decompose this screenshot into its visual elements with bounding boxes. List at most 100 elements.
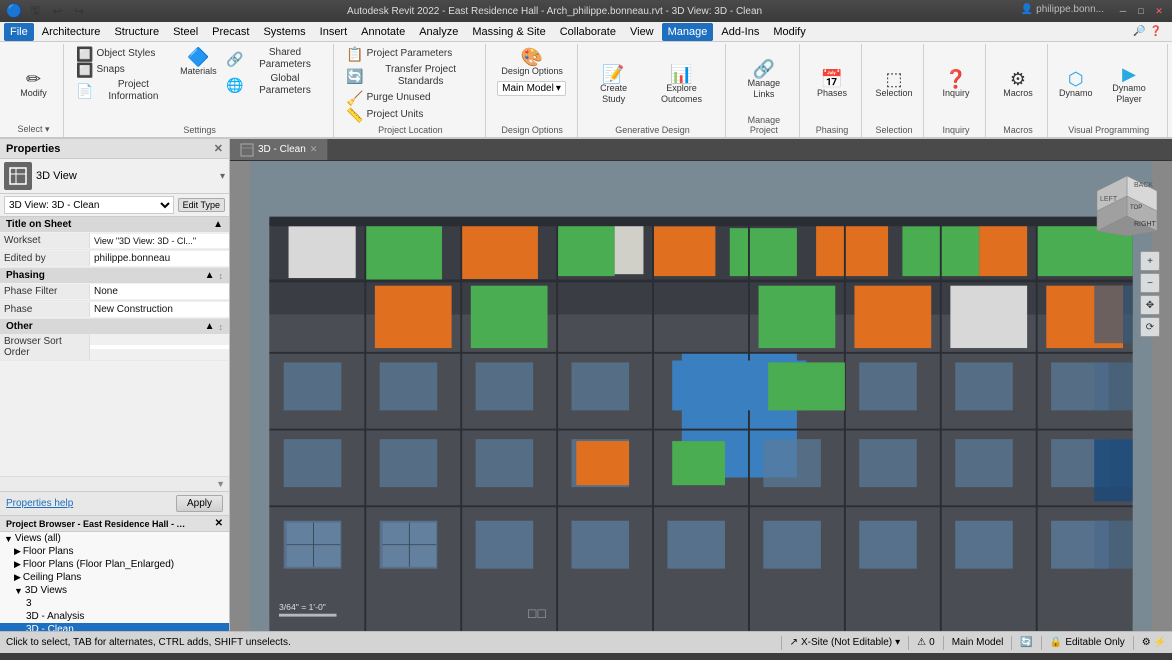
location-dropdown[interactable]: ▾ [895, 637, 900, 648]
phase-value[interactable]: New Construction [90, 302, 229, 317]
other-section[interactable]: Other ▲ ↕ [0, 319, 229, 334]
title-on-sheet-section[interactable]: Title on Sheet ▲ [0, 217, 229, 232]
design-options-btn[interactable]: 🎨 Design Options [497, 46, 567, 79]
menu-architecture[interactable]: Architecture [36, 23, 107, 41]
side-panel: Properties ✕ 3D View ▾ 3D View: 3D - Cle… [0, 139, 230, 631]
view-type-dropdown[interactable]: ▾ [220, 171, 225, 182]
menu-steel[interactable]: Steel [167, 23, 204, 41]
snaps-btn[interactable]: 🔲 Snaps [72, 62, 174, 78]
title-left-icons[interactable]: 🔵 🖫 ↩ ↪ [6, 2, 88, 20]
transfer-standards-btn[interactable]: 🔄 Transfer Project Standards [342, 63, 478, 89]
menu-massing[interactable]: Massing & Site [466, 23, 551, 41]
svg-text:3/64" = 1'-0": 3/64" = 1'-0" [279, 602, 326, 612]
global-params-label: Global Parameters [247, 73, 323, 97]
minimize-btn[interactable]: ─ [1116, 4, 1130, 18]
project-info-btn[interactable]: 📄 Project Information [72, 78, 174, 104]
status-sep-6 [1133, 636, 1134, 650]
viewport-tab-close[interactable]: ✕ [310, 144, 318, 155]
browser-item-7[interactable]: 3D - Clean [0, 623, 229, 631]
menu-precast[interactable]: Precast [206, 23, 255, 41]
materials-btn[interactable]: 🔷 Materials [176, 46, 220, 79]
menu-insert[interactable]: Insert [314, 23, 354, 41]
redo-btn[interactable]: ↪ [70, 2, 88, 20]
purge-unused-btn[interactable]: 🧹 Purge Unused [342, 90, 434, 106]
status-sync[interactable]: 🔄 [1020, 637, 1032, 648]
zoom-out-btn[interactable]: − [1140, 273, 1160, 293]
menu-addins[interactable]: Add-Ins [715, 23, 765, 41]
dynamo-btn[interactable]: ⬡ Dynamo [1056, 68, 1095, 101]
project-params-btn[interactable]: 📋 Project Parameters [342, 46, 456, 62]
browser-sort-value[interactable] [90, 345, 229, 349]
snaps-label: Snaps [96, 64, 124, 76]
modify-btn[interactable]: ✏ Modify [12, 68, 56, 101]
maximize-btn[interactable]: □ [1134, 4, 1148, 18]
browser-item-label-3: Ceiling Plans [23, 572, 81, 583]
status-warnings[interactable]: ⚠ 0 [917, 637, 935, 648]
shared-params-btn[interactable]: 🔗 Shared Parameters [222, 46, 327, 72]
project-browser: Project Browser - East Residence Hall - … [0, 515, 229, 631]
global-params-btn[interactable]: 🌐 Global Parameters [222, 72, 327, 98]
browser-item-5[interactable]: 3 [0, 597, 229, 610]
menu-systems[interactable]: Systems [257, 23, 311, 41]
browser-item-4[interactable]: ▼3D Views [0, 584, 229, 597]
edited-by-value[interactable]: philippe.bonneau [90, 251, 229, 266]
quick-access-btn[interactable]: 🖫 [26, 2, 44, 20]
phasing-section[interactable]: Phasing ▲ ↕ [0, 268, 229, 283]
viewport-tabs: 3D - Clean ✕ [230, 139, 1172, 161]
explore-outcomes-btn[interactable]: 📊 Explore Outcomes [644, 63, 720, 107]
transfer-label: Transfer Project Standards [367, 64, 475, 88]
object-styles-btn[interactable]: 🔲 Object Styles [72, 46, 174, 62]
viewport-tab-3d-clean[interactable]: 3D - Clean ✕ [230, 139, 328, 160]
browser-item-6[interactable]: 3D - Analysis [0, 610, 229, 623]
properties-close-btn[interactable]: ✕ [214, 142, 223, 155]
apply-btn[interactable]: Apply [176, 495, 223, 512]
workset-value[interactable]: View "3D View: 3D - Cl..." [90, 234, 229, 248]
phase-filter-value[interactable]: None [90, 284, 229, 299]
browser-item-0[interactable]: ▼Views (all) [0, 532, 229, 545]
manage-proj-group-label: Manage Project [734, 115, 793, 135]
selection-btn[interactable]: ⬚ Selection [869, 68, 919, 101]
phase-filter-row: Phase Filter None [0, 283, 229, 301]
menu-analyze[interactable]: Analyze [413, 23, 464, 41]
properties-header: Properties ✕ [0, 139, 229, 159]
macros-btn[interactable]: ⚙ Macros [999, 68, 1037, 101]
status-model[interactable]: Main Model [952, 637, 1004, 648]
menu-structure[interactable]: Structure [108, 23, 165, 41]
browser-item-icon-1: ▶ [14, 546, 21, 557]
project-units-btn[interactable]: 📏 Project Units [342, 107, 427, 123]
settings-group-label: Settings [183, 125, 216, 135]
dynamo-player-btn[interactable]: ▶ Dynamo Player [1097, 63, 1161, 107]
phases-btn[interactable]: 📅 Phases [813, 68, 851, 101]
inquiry-icon: ❓ [945, 70, 967, 88]
menu-annotate[interactable]: Annotate [355, 23, 411, 41]
browser-item-1[interactable]: ▶Floor Plans [0, 545, 229, 558]
menu-manage[interactable]: Manage [662, 23, 714, 41]
inquiry-btn[interactable]: ❓ Inquiry [938, 68, 974, 101]
menu-view[interactable]: View [624, 23, 660, 41]
status-location[interactable]: ↗ X-Site (Not Editable) ▾ [790, 637, 901, 648]
browser-item-3[interactable]: ▶Ceiling Plans [0, 571, 229, 584]
viewport-canvas[interactable]: 3/64" = 1'-0" [230, 161, 1172, 631]
window-controls[interactable]: 👤 philippe.bonn... ─ □ ✕ [1021, 4, 1166, 18]
view-name-select[interactable]: 3D View: 3D - Clean [4, 196, 174, 214]
zoom-in-btn[interactable]: + [1140, 251, 1160, 271]
browser-close-btn[interactable]: ✕ [215, 518, 223, 529]
menu-file[interactable]: File [4, 23, 34, 41]
browser-item-2[interactable]: ▶Floor Plans (Floor Plan_Enlarged) [0, 558, 229, 571]
undo-btn[interactable]: ↩ [48, 2, 66, 20]
menu-collaborate[interactable]: Collaborate [554, 23, 622, 41]
pan-btn[interactable]: ✥ [1140, 295, 1160, 315]
create-study-btn[interactable]: 📝 Create Study [586, 63, 642, 107]
explore-outcomes-label: Explore Outcomes [648, 83, 716, 105]
close-btn[interactable]: ✕ [1152, 4, 1166, 18]
properties-title: Properties [6, 143, 60, 155]
manage-links-btn[interactable]: 🔗 Manage Links [734, 58, 793, 102]
shared-params-label: Shared Parameters [247, 47, 323, 71]
view-cube[interactable]: BACK LEFT RIGHT TOP [1092, 171, 1162, 241]
warnings-count: 0 [929, 637, 935, 648]
edit-type-btn[interactable]: Edit Type [178, 198, 225, 212]
menu-modify[interactable]: Modify [767, 23, 811, 41]
properties-help-link[interactable]: Properties help [6, 498, 73, 509]
orbit-btn[interactable]: ⟳ [1140, 317, 1160, 337]
design-model-dropdown[interactable]: Main Model ▾ [497, 81, 566, 96]
